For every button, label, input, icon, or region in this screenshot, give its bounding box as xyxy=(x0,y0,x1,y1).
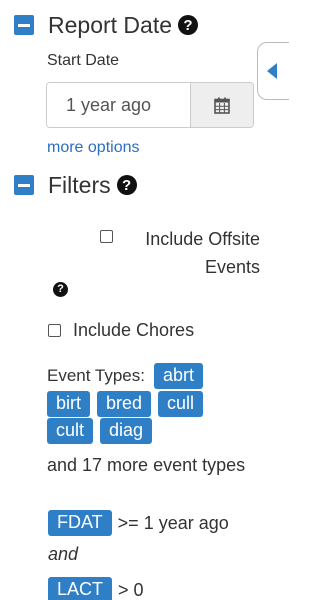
event-type-tag[interactable]: abrt xyxy=(153,362,203,389)
event-type-tag[interactable]: cult xyxy=(47,418,94,444)
condition-expression: > 0 xyxy=(118,579,144,600)
event-types-filter: Event Types: abrt birt bred cull cult di… xyxy=(47,362,247,445)
condition-field-tag[interactable]: FDAT xyxy=(48,510,112,536)
condition-row: LACT > 0 xyxy=(48,577,144,600)
calendar-button[interactable] xyxy=(190,83,253,127)
include-chores-row: Include Chores xyxy=(48,320,194,341)
include-offsite-events-label[interactable]: Include Offsite Events xyxy=(125,225,260,281)
minus-icon xyxy=(18,23,30,27)
question-circle-icon[interactable]: ? xyxy=(53,282,68,297)
include-chores-label[interactable]: Include Chores xyxy=(73,320,194,341)
event-type-tag[interactable]: cull xyxy=(158,391,204,417)
include-offsite-events-row: Include Offsite Events xyxy=(100,225,260,281)
event-type-tag[interactable]: diag xyxy=(100,418,153,444)
include-offsite-events-checkbox[interactable] xyxy=(100,230,113,243)
question-circle-icon[interactable]: ? xyxy=(178,15,199,35)
report-sidebar: Report Date ? Start Date more options xyxy=(0,0,289,600)
filters-title: Filters xyxy=(48,171,111,198)
start-date-label: Start Date xyxy=(47,52,120,69)
event-types-first-line: Event Types: abrt xyxy=(47,362,247,389)
filters-header: Filters ? xyxy=(14,170,137,200)
sidebar-toggle-tab[interactable] xyxy=(257,42,289,100)
report-date-collapse-button[interactable] xyxy=(14,15,34,35)
report-date-title: Report Date xyxy=(48,11,173,38)
event-type-tag[interactable]: bred xyxy=(97,391,152,417)
minus-icon xyxy=(18,183,30,187)
more-options-link[interactable]: more options xyxy=(47,139,140,157)
more-event-types-text: and 17 more event types xyxy=(47,455,246,475)
calendar-icon xyxy=(214,97,230,114)
event-types-second-line: birt bred cull xyxy=(47,390,247,418)
event-types-third-line: cult diag xyxy=(47,417,247,445)
start-date-input[interactable] xyxy=(47,83,190,127)
caret-left-icon xyxy=(267,63,277,79)
event-types-label: Event Types: xyxy=(47,365,145,385)
start-date-input-group xyxy=(46,82,254,128)
condition-row: FDAT >= 1 year ago xyxy=(48,510,229,536)
conjunction-text: and xyxy=(48,544,79,564)
question-circle-icon[interactable]: ? xyxy=(116,175,137,195)
condition-expression: >= 1 year ago xyxy=(117,512,229,533)
condition-field-tag[interactable]: LACT xyxy=(48,577,113,600)
include-chores-checkbox[interactable] xyxy=(48,324,61,337)
filters-collapse-button[interactable] xyxy=(14,175,34,195)
event-type-tag[interactable]: birt xyxy=(47,391,91,417)
report-date-header: Report Date ? xyxy=(14,10,199,40)
